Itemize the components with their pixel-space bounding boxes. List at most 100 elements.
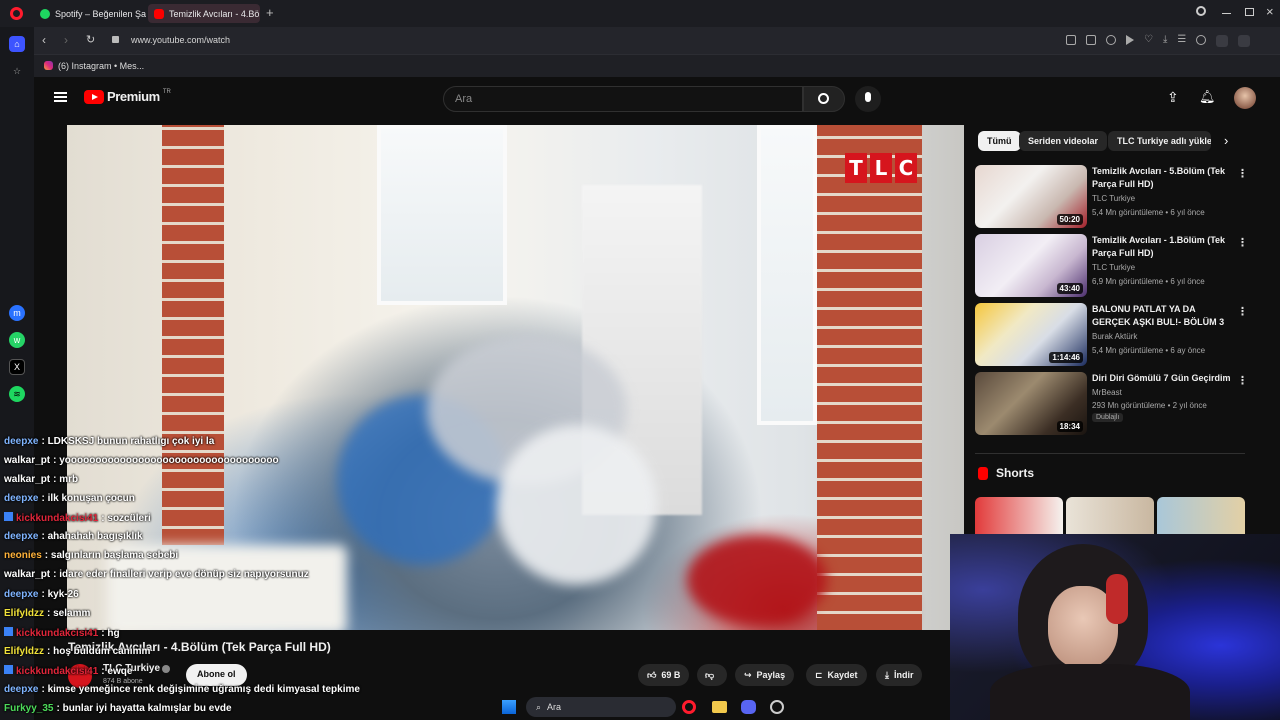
search-tabs-icon[interactable] (1196, 6, 1206, 16)
opera-taskbar-icon[interactable] (682, 700, 696, 714)
like-button[interactable]: 👍︎ 69 B (638, 664, 690, 686)
spotify-side-icon[interactable]: ≋ (9, 386, 25, 402)
age: 6 yıl önce (1170, 208, 1205, 217)
chevron-right-icon[interactable]: › (1224, 133, 1228, 148)
shield-icon[interactable] (1106, 35, 1116, 45)
chat-message: deepxe: ilk konuşan çocun (4, 493, 135, 504)
channel-name[interactable]: MrBeast (1092, 388, 1122, 397)
short-thumbnail[interactable] (1157, 497, 1245, 534)
chat-message: Elifyldzz: selamm (4, 608, 90, 619)
download-label: İndir (893, 670, 914, 680)
close-button[interactable]: × (1266, 4, 1274, 19)
star-icon[interactable]: ☆ (9, 63, 25, 79)
home-icon[interactable]: ⌂ (9, 36, 25, 52)
profile-icon[interactable] (1196, 35, 1207, 45)
download-button[interactable]: ⤓ İndir (876, 664, 923, 686)
chip-uploads[interactable]: TLC Turkiye adlı yükle (1108, 131, 1211, 151)
chat-username: kickkundakcisi41 (16, 666, 99, 677)
video-thumbnail[interactable]: 1:14:46 (975, 303, 1087, 366)
chat-message: kickkundakcisi41: ewqe (4, 665, 132, 677)
video-title[interactable]: Temizlik Avcıları - 1.Bölüm (Tek Parça F… (1092, 234, 1232, 260)
camera-icon[interactable] (1086, 35, 1096, 45)
avatar[interactable] (1234, 87, 1256, 109)
aria-icon[interactable] (1238, 35, 1251, 47)
play-icon[interactable] (1126, 35, 1134, 45)
recommendation-item[interactable]: 1:14:46 BALONU PATLAT YA DA GERÇEK AŞKI … (975, 303, 1248, 367)
video-title[interactable]: Diri Diri Gömülü 7 Gün Geçirdim (1092, 372, 1232, 385)
browser-tab-bar: Spotify – Beğenilen Şarkılar Temizlik Av… (0, 0, 1280, 27)
taskbar-search[interactable]: ⌕ Ara (526, 697, 676, 717)
chat-text: : ewqe (101, 666, 133, 677)
more-options-icon[interactable]: ⋮ (1237, 236, 1248, 249)
edit-icon[interactable] (1066, 35, 1076, 45)
chip-series[interactable]: Seriden videolar (1019, 131, 1108, 151)
discord-icon[interactable] (741, 700, 756, 714)
windows-start-icon[interactable] (502, 700, 516, 714)
recommendation-item[interactable]: 43:40 Temizlik Avcıları - 1.Bölüm (Tek P… (975, 234, 1248, 298)
chat-username: kickkundakcisi41 (16, 513, 99, 524)
url-field[interactable]: www.youtube.com/watch (131, 35, 230, 45)
chat-text: : bunlar iyi hayatta kalmışlar bu evde (56, 703, 232, 714)
channel-name[interactable]: TLC Turkiye (1092, 194, 1135, 203)
views: 5,4 Mn görüntüleme (1092, 208, 1164, 217)
file-explorer-icon[interactable] (712, 701, 727, 713)
messenger-icon[interactable]: m (9, 305, 25, 321)
voice-search-button[interactable] (855, 86, 881, 112)
x-twitter-icon[interactable]: X (9, 359, 25, 375)
share-button[interactable]: ↪ Paylaş (735, 664, 795, 686)
video-thumbnail[interactable]: 43:40 (975, 234, 1087, 297)
maximize-button[interactable] (1245, 8, 1254, 16)
opera-logo-icon[interactable] (10, 7, 23, 20)
address-bar: ‹ › ↻ www.youtube.com/watch ♡ ⤓ ☰ (34, 27, 1280, 54)
trash-bag (497, 425, 657, 585)
opera-gx-icon[interactable] (770, 700, 784, 714)
download-icon[interactable]: ⤓ (1163, 35, 1167, 47)
upload-icon[interactable]: ⇪ (1167, 89, 1179, 106)
youtube-icon (154, 8, 164, 19)
search-input[interactable]: Ara (443, 86, 803, 112)
bookmark-instagram[interactable]: (6) Instagram • Mes... (58, 61, 144, 71)
chat-message: Furkyy_35: bunlar iyi hayatta kalmışlar … (4, 703, 232, 714)
forward-icon[interactable]: › (64, 33, 68, 47)
heart-icon[interactable]: ♡ (1144, 35, 1153, 47)
dislike-button[interactable]: 👎︎ (697, 664, 727, 686)
more-options-icon[interactable]: ⋮ (1237, 305, 1248, 318)
duration-badge: 43:40 (1056, 283, 1083, 294)
chat-text: : hoş buldum canımm (47, 646, 151, 657)
chat-text: : hg (101, 628, 120, 639)
recommendation-item[interactable]: 50:20 Temizlik Avcıları - 5.Bölüm (Tek P… (975, 165, 1248, 229)
channel-name[interactable]: Burak Aktürk (1092, 332, 1137, 341)
reload-icon[interactable]: ↻ (86, 33, 95, 46)
video-thumbnail[interactable]: 18:34 (975, 372, 1087, 435)
subscribe-button[interactable]: Abone ol (186, 664, 247, 686)
tab-youtube[interactable]: Temizlik Avcıları - 4.Bölüm (148, 4, 260, 23)
whatsapp-icon[interactable]: w (9, 332, 25, 348)
channel-name[interactable]: TLC Turkiye (1092, 263, 1135, 272)
short-thumbnail[interactable] (975, 497, 1063, 534)
more-options-icon[interactable]: ⋮ (1237, 167, 1248, 180)
chat-message: deepxe: ahahahah bagışıklık (4, 531, 143, 542)
duration-badge: 18:34 (1056, 421, 1083, 432)
more-options-icon[interactable]: ⋮ (1237, 374, 1248, 387)
video-player[interactable]: T L C (67, 125, 964, 630)
save-button[interactable]: ⊏ Kaydet (806, 664, 867, 686)
chip-all[interactable]: Tümü (978, 131, 1021, 151)
back-icon[interactable]: ‹ (42, 33, 46, 47)
recommendation-item[interactable]: 18:34 Diri Diri Gömülü 7 Gün Geçirdim Mr… (975, 372, 1248, 436)
minimize-button[interactable] (1222, 13, 1231, 14)
video-title[interactable]: BALONU PATLAT YA DA GERÇEK AŞKI BUL!- BÖ… (1092, 303, 1232, 329)
chat-text: : kimse yemeğince renk değişimine uğramı… (41, 684, 360, 695)
short-thumbnail[interactable] (1066, 497, 1154, 534)
hamburger-menu-icon[interactable] (54, 92, 67, 102)
brick-wall-right (817, 125, 922, 630)
menu-icon[interactable]: ☰ (1177, 35, 1186, 47)
tab-spotify[interactable]: Spotify – Beğenilen Şarkılar (34, 4, 146, 23)
new-tab-button[interactable]: + (266, 5, 274, 20)
search-button[interactable] (803, 86, 845, 112)
video-title[interactable]: Temizlik Avcıları - 5.Bölüm (Tek Parça F… (1092, 165, 1232, 191)
video-thumbnail[interactable]: 50:20 (975, 165, 1087, 228)
share-icon: ↪ (744, 669, 752, 680)
notifications-icon[interactable]: 🔔︎ (1199, 89, 1216, 105)
extensions-icon[interactable] (1216, 35, 1229, 47)
youtube-logo[interactable]: Premium TR (84, 89, 171, 104)
